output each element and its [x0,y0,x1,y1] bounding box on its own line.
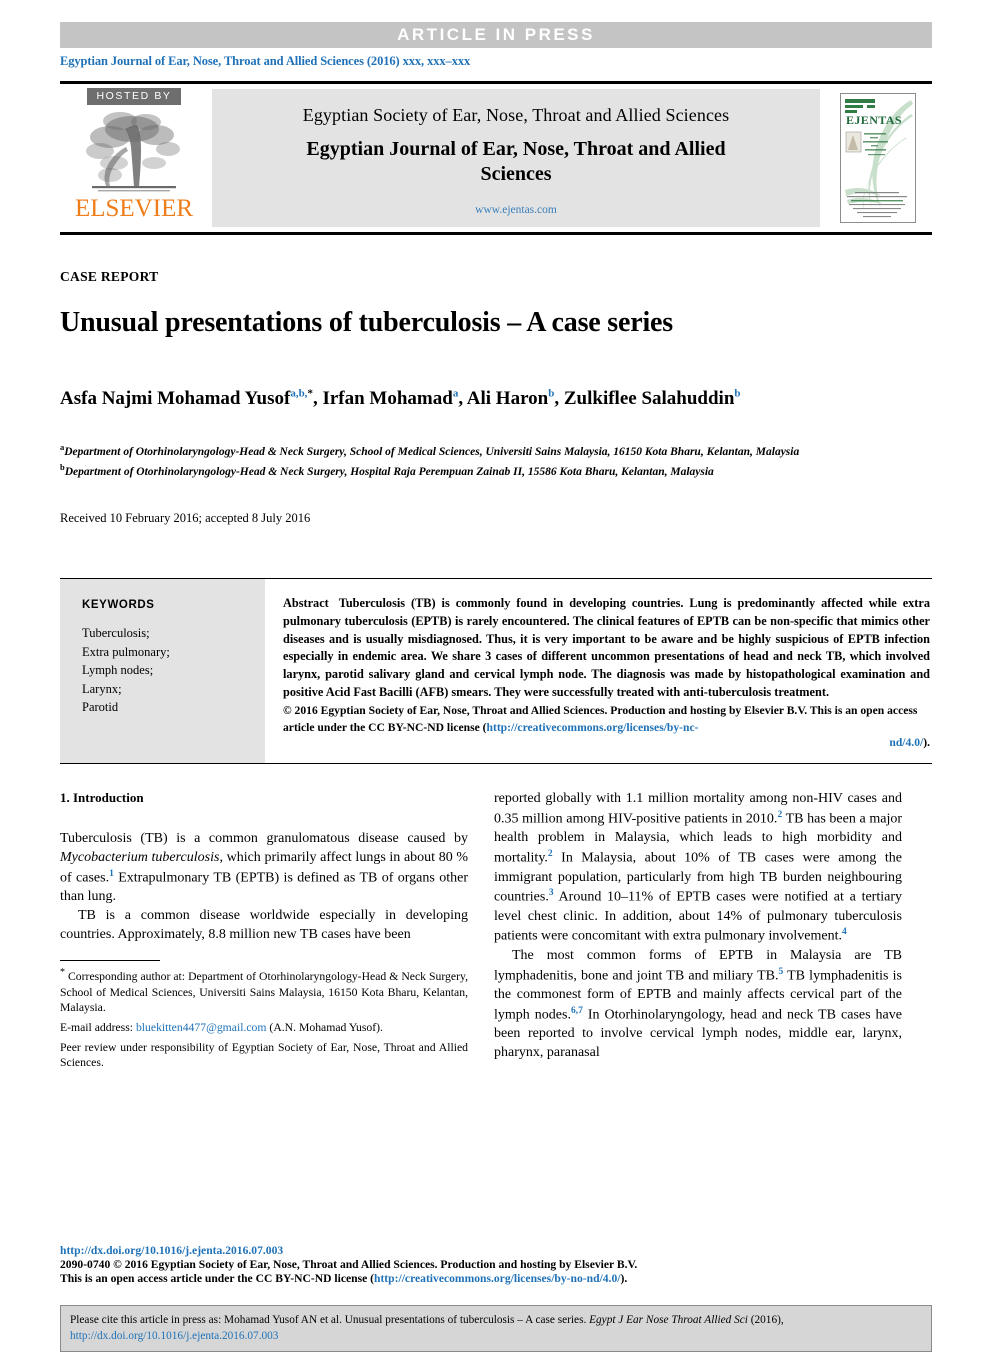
footnote-divider [60,960,160,962]
author-separator: , [312,388,323,410]
keyword-item: Extra pulmonary; [82,644,170,659]
citation-ref[interactable]: 4 [842,927,847,937]
affiliation-text: Department of Otorhinolaryngology-Head &… [64,465,714,478]
keywords-heading: KEYWORDS [82,599,155,612]
article-type-label: CASE REPORT [60,269,159,284]
license-prefix: This is an open access article under the… [60,1272,374,1285]
abstract-panel: Abstract Tuberculosis (TB) is commonly fo… [265,595,932,749]
author-name: Zulkiflee Salahuddin [563,388,735,410]
paragraph-text: Tuberculosis (TB) is a common granulomat… [60,831,468,847]
cite-prefix: Please cite this article in press as: Mo… [70,1314,590,1326]
abstract-body: Abstract Tuberculosis (TB) is commonly fo… [283,595,930,701]
section-heading-introduction: 1. Introduction [60,790,144,806]
author-list: Asfa Najmi Mohamad Yusofa,b,*, Irfan Moh… [60,385,780,413]
received-accepted-date: Received 10 February 2016; accepted 8 Ju… [60,511,311,526]
svg-text:EJENTAS: EJENTAS [846,113,902,127]
keyword-item: Lymph nodes; [82,663,154,678]
affiliation-text: Department of Otorhinolaryngology-Head &… [64,445,800,458]
paragraph: The most common forms of EPTB in Malaysi… [494,947,902,1063]
citation-ref[interactable]: 6,7 [571,1006,583,1016]
running-head: Egyptian Journal of Ear, Nose, Throat an… [60,54,471,68]
society-name: Egyptian Society of Ear, Nose, Throat an… [302,105,730,125]
license-link[interactable]: http://creativecommons.org/licenses/by-n… [487,721,699,734]
column-left: 1. Introduction Tuberculosis (TB) is a c… [60,790,468,1070]
page-title: Unusual presentations of tuberculosis – … [60,307,673,338]
publisher-license-block: http://dx.doi.org/10.1016/j.ejenta.2016.… [60,1244,932,1285]
author-name: Irfan Mohamad [322,388,453,410]
paragraph-text: Extrapulmonary TB (EPTB) is defined as T… [60,870,468,905]
abstract-copyright-end: nd/4.0/). [283,736,930,749]
abstract-label: Abstract [283,596,329,611]
corresponding-author-text: Corresponding author at: Department of O… [60,970,468,1015]
author-affiliation-mark: a,b, [290,388,308,401]
cite-year: (2016), [747,1314,784,1326]
article-page: ARTICLE IN PRESS Egyptian Journal of Ear… [0,22,992,1352]
journal-cover-thumbnail: EJENTAS [840,93,916,223]
license-link-tail[interactable]: nd/4.0/ [889,736,923,749]
cite-journal-abbrev: Egypt J Ear Nose Throat Allied Sci [589,1314,748,1326]
author-separator: , [458,388,467,410]
cite-doi-link[interactable]: http://dx.doi.org/10.1016/j.ejenta.2016.… [70,1330,278,1342]
open-access-license-line: This is an open access article under the… [60,1272,932,1285]
elsevier-tree-icon [80,107,188,195]
abstract-section: KEYWORDS Tuberculosis; Extra pulmonary; … [60,578,932,765]
publisher-block: HOSTED BY ELSEVIER [60,84,208,232]
abstract-text: Tuberculosis (TB) is commonly found in d… [283,596,930,699]
affiliation-item: aDepartment of Otorhinolaryngology-Head … [60,441,860,461]
email-link[interactable]: bluekitten4477@gmail.com [136,1021,267,1034]
author-separator: , [554,388,564,410]
elsevier-wordmark: ELSEVIER [74,195,194,222]
keyword-item: Tuberculosis; [82,626,150,641]
copyright-end-text: ). [923,736,930,750]
journal-title-block: Egyptian Society of Ear, Nose, Throat an… [212,89,820,227]
species-name: Mycobacterium tuberculosis [60,849,220,865]
email-label: E-mail address: [60,1020,134,1034]
license-suffix: ). [620,1272,628,1285]
issn-copyright-line: 2090-0740 © 2016 Egyptian Society of Ear… [60,1258,638,1271]
journal-url-link[interactable]: www.ejentas.com [475,204,557,216]
author-name: Ali Haron [466,388,549,410]
keyword-item: Larynx; [82,681,122,696]
paragraph: reported globally with 1.1 million morta… [494,790,902,947]
paragraph: TB is a common disease worldwide especia… [60,907,468,942]
creative-commons-link[interactable]: http://creativecommons.org/licenses/by-n… [374,1272,620,1285]
author-affiliation-mark: b [734,388,741,401]
article-in-press-label: ARTICLE IN PRESS [397,25,595,44]
journal-cover-block: EJENTAS [824,84,932,232]
email-owner: (A.N. Mohamad Yusof). [269,1020,383,1034]
author-name: Asfa Najmi Mohamad Yusof [60,388,291,410]
paragraph: Tuberculosis (TB) is a common granulomat… [60,830,468,907]
email-note: E-mail address: bluekitten4477@gmail.com… [60,1020,468,1036]
journal-title: Egyptian Journal of Ear, Nose, Throat an… [306,138,726,186]
keyword-item: Parotid [82,700,119,715]
column-right: reported globally with 1.1 million morta… [494,790,902,1070]
paragraph-text: Around 10–11% of EPTB cases were notifie… [494,889,902,945]
corresponding-author-note: * Corresponding author at: Department of… [60,966,468,1016]
affiliation-item: bDepartment of Otorhinolaryngology-Head … [60,461,860,481]
doi-link[interactable]: http://dx.doi.org/10.1016/j.ejenta.2016.… [60,1244,932,1257]
journal-masthead: HOSTED BY ELSEVIER Egyptian Society of E… [60,81,932,235]
asterisk-icon: * [60,967,65,979]
hosted-by-badge: HOSTED BY [87,88,181,105]
keywords-panel: KEYWORDS Tuberculosis; Extra pulmonary; … [60,579,265,764]
abstract-copyright: © 2016 Egyptian Society of Ear, Nose, Th… [283,703,930,736]
peer-review-note: Peer review under responsibility of Egyp… [60,1040,468,1070]
cite-this-article-footer: Please cite this article in press as: Mo… [60,1305,932,1352]
article-in-press-banner: ARTICLE IN PRESS [60,22,932,48]
keywords-list: Tuberculosis; Extra pulmonary; Lymph nod… [82,624,251,717]
article-body: 1. Introduction Tuberculosis (TB) is a c… [60,790,932,1070]
affiliation-list: aDepartment of Otorhinolaryngology-Head … [60,441,860,481]
